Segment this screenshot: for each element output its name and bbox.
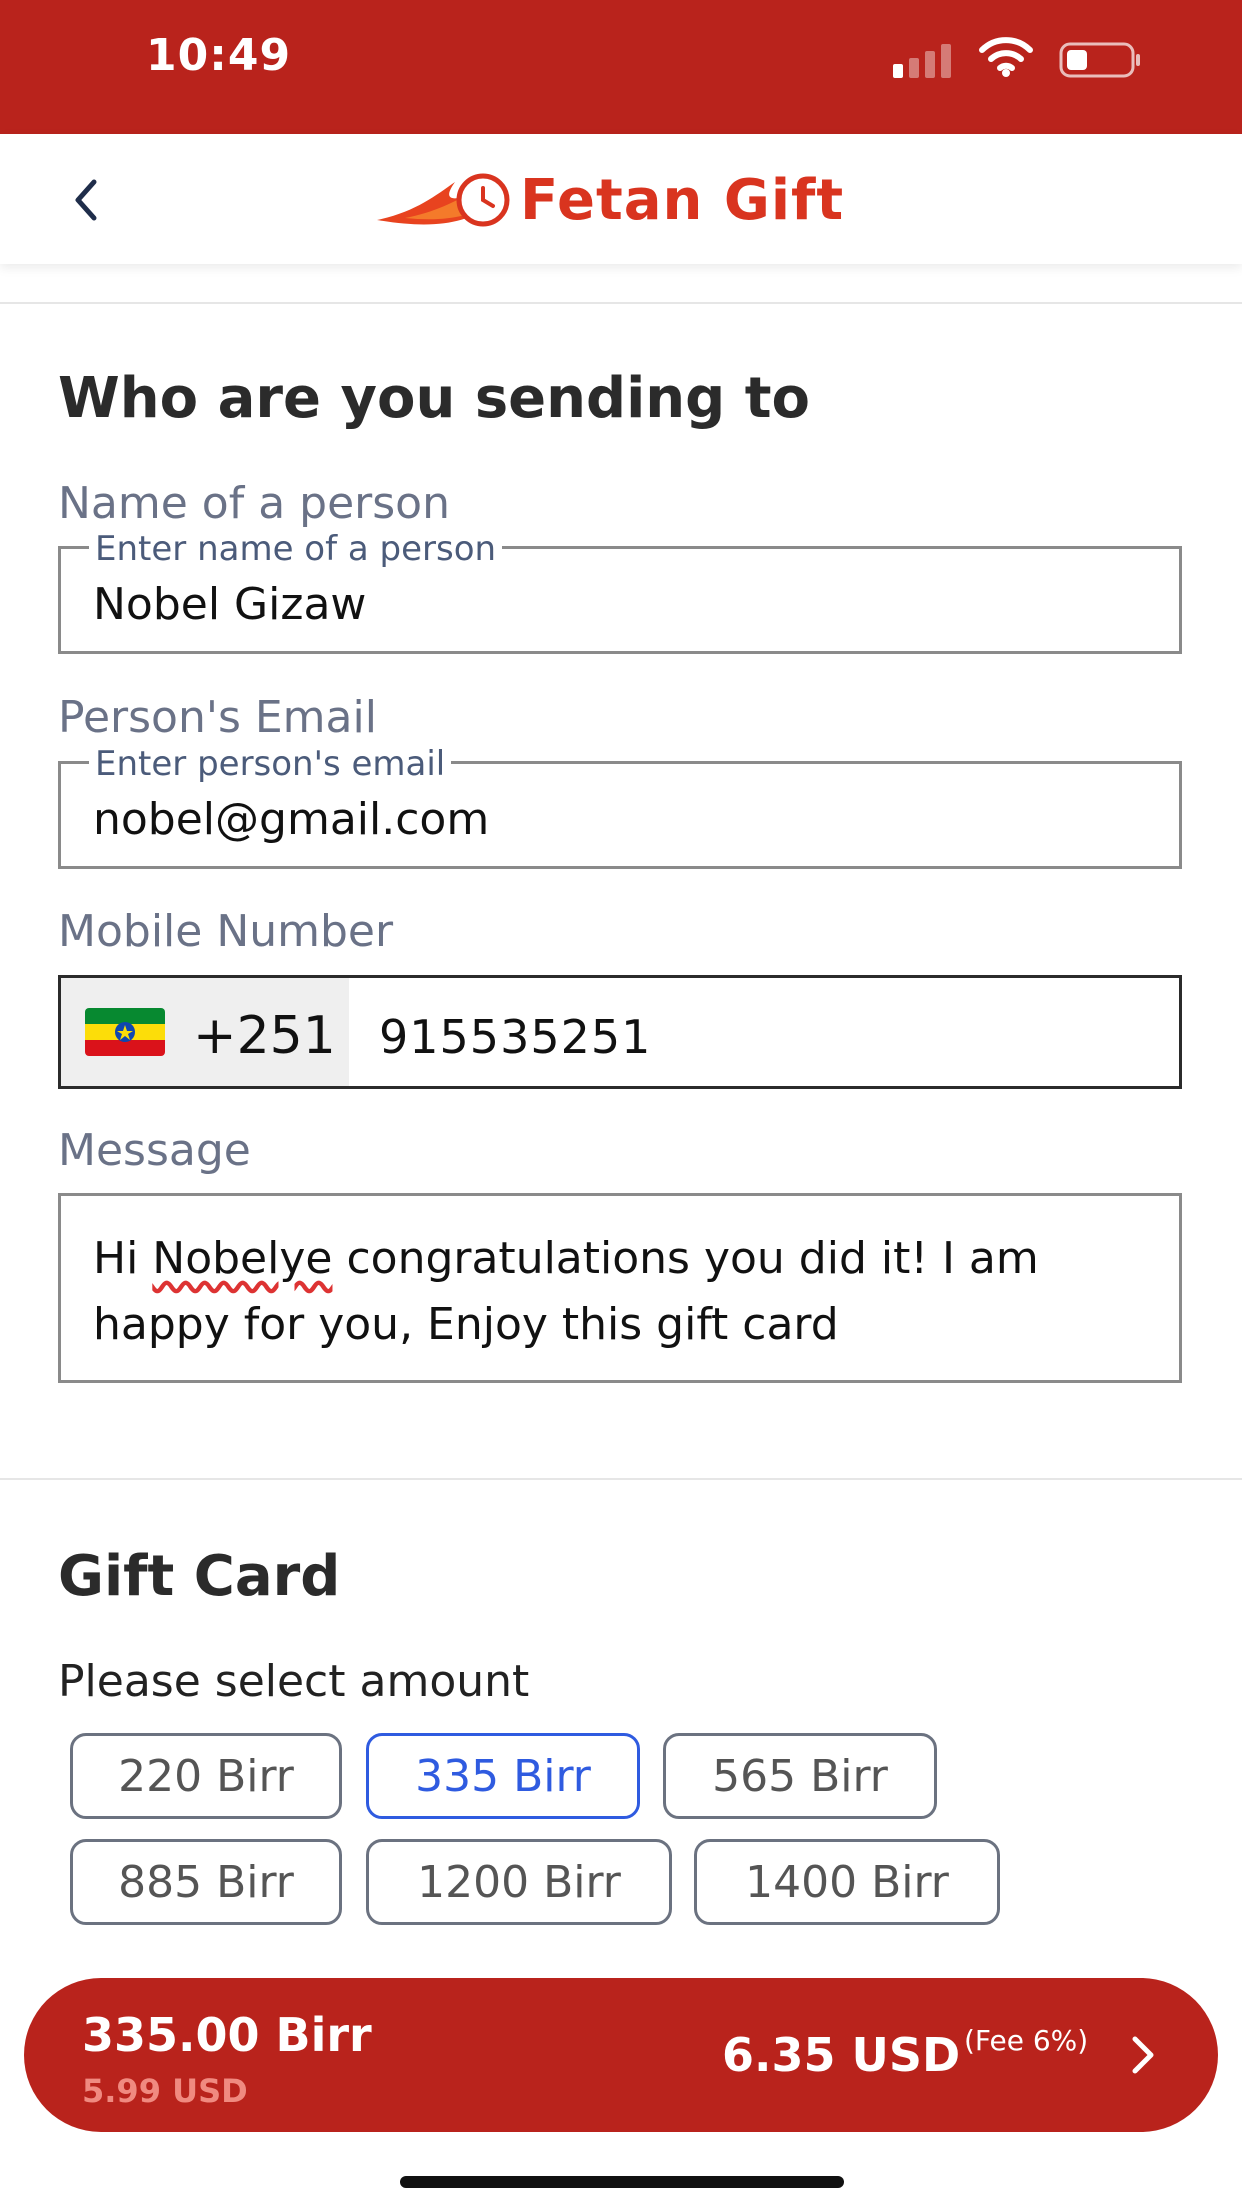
- signal-icon: [893, 42, 957, 78]
- message-field[interactable]: Hi Nobelye congratulations you did it! I…: [58, 1193, 1182, 1383]
- logo-text: Fetan Gift: [520, 168, 845, 233]
- fee-label: (Fee 6%): [964, 2024, 1089, 2057]
- amount-option[interactable]: 220 Birr: [70, 1733, 342, 1819]
- name-field-placeholder: Enter name of a person: [89, 529, 503, 569]
- status-time: 10:49: [146, 30, 292, 81]
- ethiopia-flag-icon: [85, 1008, 165, 1056]
- select-amount-label: Please select amount: [58, 1656, 530, 1707]
- base-usd: 5.99 USD: [82, 2072, 248, 2110]
- amount-option[interactable]: 885 Birr: [70, 1839, 342, 1925]
- email-field[interactable]: Enter person's email nobel@gmail.com: [58, 744, 1182, 869]
- total-birr: 335.00 Birr: [82, 2008, 372, 2062]
- country-code: +251: [193, 1006, 336, 1066]
- phone-number-value: 915535251: [379, 1010, 652, 1064]
- amount-option[interactable]: 1200 Birr: [366, 1839, 672, 1925]
- email-field-value: nobel@gmail.com: [93, 794, 490, 845]
- message-label: Message: [58, 1125, 251, 1176]
- message-value: Hi Nobelye congratulations you did it! I…: [93, 1233, 1039, 1350]
- mobile-field[interactable]: +251 915535251: [58, 975, 1182, 1089]
- email-label: Person's Email: [58, 692, 377, 743]
- checkout-bar[interactable]: 335.00 Birr 5.99 USD 6.35 USD (Fee 6%): [24, 1978, 1218, 2132]
- amount-option-selected[interactable]: 335 Birr: [366, 1733, 640, 1819]
- amount-option[interactable]: 565 Birr: [663, 1733, 937, 1819]
- recipient-section-title: Who are you sending to: [58, 366, 810, 431]
- status-bar: 10:49: [0, 0, 1242, 134]
- amount-option[interactable]: 1400 Birr: [694, 1839, 1000, 1925]
- divider: [0, 1478, 1242, 1480]
- battery-icon: [1059, 42, 1140, 78]
- country-code-selector[interactable]: +251: [61, 978, 349, 1086]
- misspelled-word: Nobelye: [152, 1233, 333, 1284]
- mobile-label: Mobile Number: [58, 906, 394, 957]
- wifi-icon: [979, 37, 1033, 77]
- gift-card-section-title: Gift Card: [58, 1544, 341, 1609]
- divider: [0, 302, 1242, 304]
- total-usd: 6.35 USD: [722, 2028, 961, 2082]
- home-indicator: [400, 2176, 844, 2188]
- chevron-right-icon[interactable]: [1130, 2034, 1156, 2076]
- name-label: Name of a person: [58, 478, 450, 529]
- name-field-value: Nobel Gizaw: [93, 579, 367, 630]
- back-icon[interactable]: [70, 176, 100, 224]
- name-field[interactable]: Enter name of a person Nobel Gizaw: [58, 529, 1182, 654]
- email-field-placeholder: Enter person's email: [89, 744, 452, 784]
